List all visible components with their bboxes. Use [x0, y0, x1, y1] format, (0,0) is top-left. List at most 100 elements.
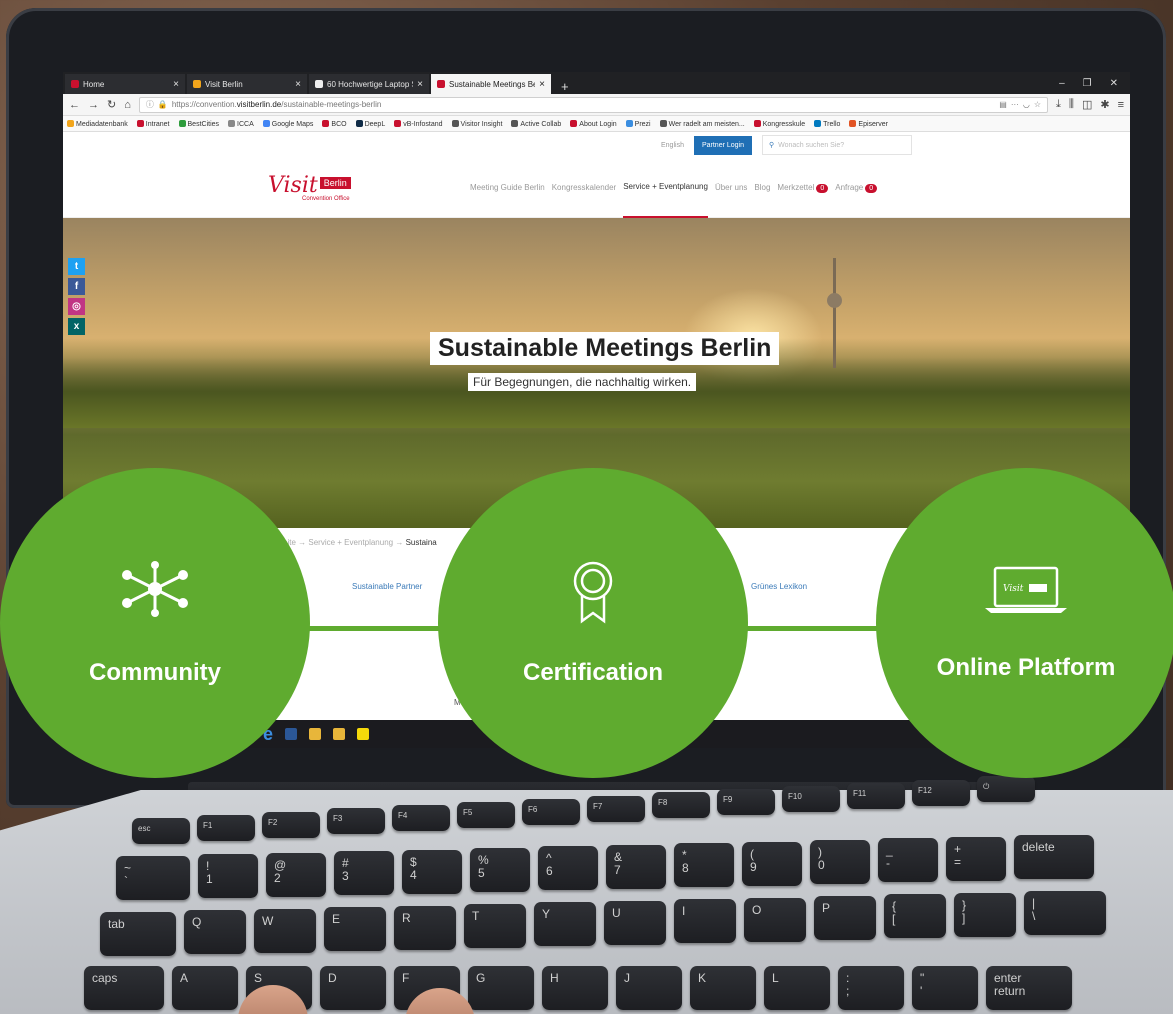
xing-icon[interactable]: x [68, 318, 85, 335]
close-icon[interactable]: × [417, 79, 423, 90]
keyboard-key[interactable]: tab [100, 912, 176, 956]
close-icon[interactable]: × [173, 79, 179, 90]
keyboard-key[interactable]: I [674, 899, 736, 943]
folder-icon[interactable] [309, 728, 322, 740]
keyboard-key[interactable]: | \ [1024, 891, 1106, 935]
maximize-icon[interactable]: ❐ [1083, 78, 1092, 89]
nav-kongresskalender[interactable]: Kongresskalender [552, 183, 616, 192]
language-link[interactable]: English [661, 142, 684, 149]
nav-meeting-guide[interactable]: Meeting Guide Berlin [470, 183, 545, 192]
keyboard-key[interactable]: " ' [912, 966, 978, 1010]
library-icon[interactable]: ⫼ [1069, 98, 1074, 111]
bookmark-item[interactable]: Intranet [136, 119, 170, 128]
home-icon[interactable]: ⌂ [124, 99, 131, 111]
info-icon[interactable]: ⓘ [146, 99, 154, 110]
keyboard-key[interactable]: K [690, 966, 756, 1010]
keyboard-key[interactable]: ! 1 [198, 854, 258, 898]
keyboard-key[interactable]: * 8 [674, 843, 734, 887]
keyboard-key[interactable]: @ 2 [266, 853, 326, 897]
keyboard-key[interactable]: F5 [457, 802, 515, 828]
forward-icon[interactable]: → [88, 99, 99, 111]
sidebar-icon[interactable]: ◫ [1082, 98, 1092, 111]
sticky-notes-icon[interactable] [357, 728, 370, 740]
keyboard-key[interactable]: { [ [884, 894, 946, 938]
menu-icon[interactable]: ≡ [1118, 99, 1124, 111]
keyboard-key[interactable]: caps [84, 966, 164, 1010]
bookmark-item[interactable]: Google Maps [262, 119, 313, 128]
keyboard-key[interactable]: O [744, 898, 806, 942]
back-icon[interactable]: ← [69, 99, 80, 111]
bookmark-item[interactable]: About Login [570, 119, 617, 128]
nav-ueber-uns[interactable]: Über uns [715, 183, 747, 192]
bookmark-item[interactable]: BestCities [178, 119, 219, 128]
subnav-sustainable-partner[interactable]: Sustainable Partner [352, 582, 422, 591]
tab-laptop-screens[interactable]: 60 Hochwertige Laptop Scree × [309, 74, 429, 94]
reload-icon[interactable]: ↻ [107, 98, 116, 111]
keyboard-key[interactable]: F11 [847, 783, 905, 809]
subnav-gruenes-lexikon[interactable]: Grünes Lexikon [751, 582, 807, 591]
keyboard-key[interactable]: F3 [327, 808, 385, 834]
keyboard-key[interactable]: delete [1014, 835, 1094, 879]
keyboard-key[interactable]: P [814, 896, 876, 940]
search-input[interactable]: ⚲ Wonach suchen Sie? [762, 135, 912, 155]
new-tab-button[interactable]: + [553, 79, 577, 94]
keyboard-key[interactable]: F4 [392, 805, 450, 831]
bookmark-item[interactable]: Prezi [625, 119, 651, 128]
keyboard-key[interactable]: T [464, 904, 526, 948]
reader-icon[interactable]: ▤ [999, 100, 1007, 109]
bookmark-item[interactable]: Trello [814, 119, 840, 128]
extension-icon[interactable]: ✱ [1100, 98, 1109, 111]
keyboard-key[interactable]: F1 [197, 815, 255, 841]
keyboard-key[interactable]: % 5 [470, 848, 530, 892]
keyboard-key[interactable]: F12 [912, 780, 970, 806]
bookmark-item[interactable]: vB-Infostand [394, 119, 443, 128]
bookmark-item[interactable]: Kongresskule [753, 119, 805, 128]
nav-merkzettel[interactable]: Merkzettel 0 [777, 183, 829, 193]
star-icon[interactable]: ☆ [1034, 100, 1041, 109]
minimize-icon[interactable]: – [1059, 78, 1065, 89]
keyboard-key[interactable]: ) 0 [810, 840, 870, 884]
keyboard-key[interactable]: R [394, 906, 456, 950]
keyboard-key[interactable]: # 3 [334, 851, 394, 895]
tab-sustainable-meetings[interactable]: Sustainable Meetings Berlin | × [431, 74, 551, 94]
partner-login-button[interactable]: Partner Login [693, 135, 752, 155]
keyboard-key[interactable]: } ] [954, 893, 1016, 937]
url-bar[interactable]: ⓘ 🔒 https://convention.visitberlin.de/su… [138, 96, 1049, 113]
facebook-icon[interactable]: f [68, 278, 85, 295]
keyboard-key[interactable]: _ - [878, 838, 938, 882]
breadcrumb-service[interactable]: Service + Eventplanung [308, 538, 393, 547]
close-icon[interactable]: × [295, 79, 301, 90]
visitberlin-logo[interactable]: Visit Berlin Convention Office [268, 173, 363, 202]
keyboard-key[interactable]: H [542, 966, 608, 1010]
keyboard-key[interactable]: J [616, 966, 682, 1010]
keyboard-key[interactable]: enter return [986, 966, 1072, 1010]
keyboard-key[interactable]: F10 [782, 786, 840, 812]
keyboard-key[interactable]: Y [534, 902, 596, 946]
keyboard-key[interactable]: F9 [717, 789, 775, 815]
nav-blog[interactable]: Blog [754, 183, 770, 192]
close-icon[interactable]: × [539, 79, 545, 90]
close-window-icon[interactable]: ✕ [1110, 78, 1118, 89]
nav-anfrage[interactable]: Anfrage 0 [835, 183, 878, 193]
tab-visit-berlin[interactable]: Visit Berlin × [187, 74, 307, 94]
instagram-icon[interactable]: ◎ [68, 298, 85, 315]
bookmark-item[interactable]: Visitor Insight [451, 119, 502, 128]
keyboard-key[interactable]: W [254, 909, 316, 953]
word-icon[interactable] [285, 728, 298, 740]
download-icon[interactable]: ⤓ [1056, 98, 1061, 111]
keyboard-key[interactable]: F8 [652, 792, 710, 818]
folder-icon[interactable] [333, 728, 346, 740]
bookmark-item[interactable]: Episerver [849, 119, 888, 128]
keyboard-key[interactable]: F6 [522, 799, 580, 825]
keyboard-key[interactable]: : ; [838, 966, 904, 1010]
bookmark-item[interactable]: DeepL [355, 119, 385, 128]
bookmark-item[interactable]: Wer radelt am meisten... [659, 119, 745, 128]
keyboard-key[interactable]: esc [132, 818, 190, 844]
keyboard-key[interactable]: ⏻ [977, 776, 1035, 802]
keyboard-key[interactable]: ~ ` [116, 856, 190, 900]
keyboard-key[interactable]: A [172, 966, 238, 1010]
keyboard-key[interactable]: D [320, 966, 386, 1010]
more-icon[interactable]: ··· [1011, 100, 1019, 109]
keyboard-key[interactable]: F2 [262, 812, 320, 838]
pocket-icon[interactable]: ◡ [1023, 100, 1030, 109]
